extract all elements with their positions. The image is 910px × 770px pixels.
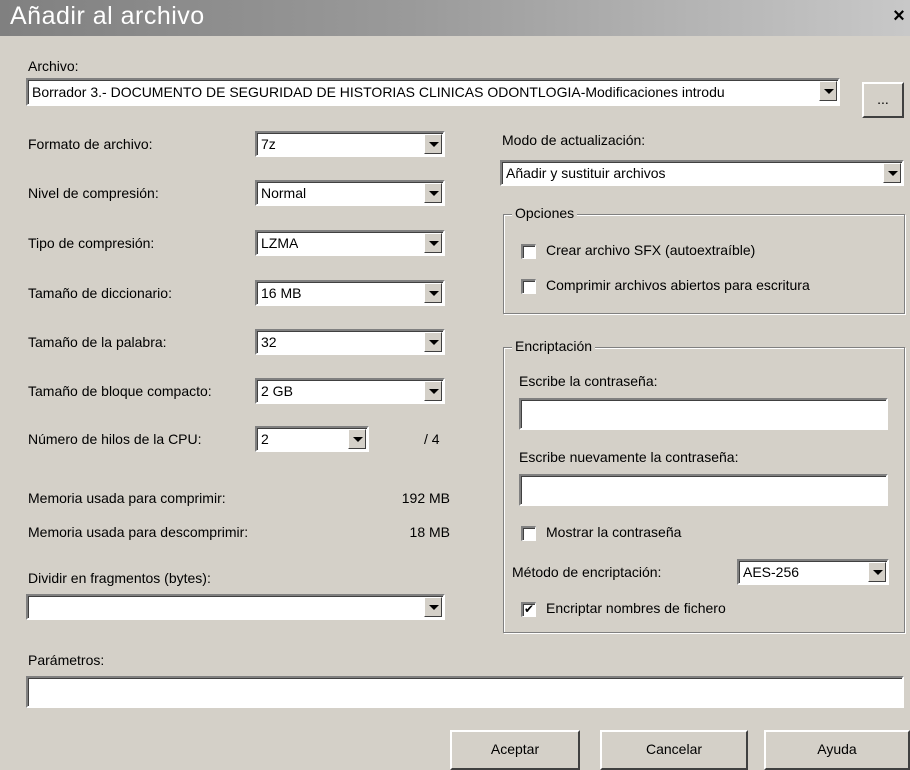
update-select[interactable]: Añadir y sustituir archivos [500, 160, 904, 186]
close-icon[interactable]: × [888, 4, 910, 28]
options-title: Opciones [512, 205, 578, 221]
level-select[interactable]: Normal [255, 180, 445, 206]
archive-label: Archivo: [28, 58, 79, 74]
chevron-down-icon[interactable] [424, 381, 442, 401]
window-title: Añadir al archivo [10, 2, 205, 30]
dict-value: 16 MB [261, 285, 302, 301]
threads-value: 2 [261, 431, 269, 447]
method-select[interactable]: AES-256 [737, 559, 889, 585]
shared-label: Comprimir archivos abiertos para escritu… [546, 277, 810, 293]
dict-label: Tamaño de diccionario: [28, 285, 172, 301]
type-value: LZMA [261, 235, 299, 251]
threads-total: / 4 [424, 431, 440, 447]
cancel-button[interactable]: Cancelar [600, 730, 748, 770]
show-password-checkbox[interactable] [521, 526, 536, 541]
encryption-group: Encriptación Escribe la contraseña: Escr… [503, 338, 905, 633]
password-label: Escribe la contraseña: [519, 373, 658, 389]
title-bar[interactable]: Añadir al archivo × [0, 0, 910, 36]
parameters-label: Parámetros: [28, 652, 105, 668]
mem-decomp-label: Memoria usada para descomprimir: [28, 524, 249, 540]
sfx-checkbox[interactable] [521, 244, 536, 259]
ok-button[interactable]: Aceptar [450, 730, 580, 770]
password-field[interactable] [519, 398, 888, 430]
format-select[interactable]: 7z [255, 131, 445, 157]
mem-comp-label: Memoria usada para comprimir: [28, 490, 226, 506]
dict-select[interactable]: 16 MB [255, 280, 445, 306]
chevron-down-icon[interactable] [868, 562, 886, 582]
type-label: Tipo de compresión: [28, 235, 155, 251]
encrypt-names-label: Encriptar nombres de fichero [546, 600, 726, 616]
solid-label: Tamaño de bloque compacto: [28, 383, 212, 399]
show-password-label: Mostrar la contraseña [546, 524, 682, 540]
level-label: Nivel de compresión: [28, 185, 159, 201]
split-combobox[interactable] [26, 594, 445, 620]
archive-path-value: Borrador 3.- DOCUMENTO DE SEGURIDAD DE H… [32, 84, 725, 100]
password-repeat-label: Escribe nuevamente la contraseña: [519, 449, 739, 465]
method-label: Método de encriptación: [512, 564, 662, 580]
chevron-down-icon[interactable] [424, 134, 442, 154]
method-value: AES-256 [743, 564, 800, 580]
word-label: Tamaño de la palabra: [28, 334, 167, 350]
options-group: Opciones Crear archivo SFX (autoextraíbl… [503, 205, 905, 314]
chevron-down-icon[interactable] [348, 429, 366, 449]
encryption-title: Encriptación [512, 338, 596, 354]
chevron-down-icon[interactable] [424, 233, 442, 253]
split-label: Dividir en fragmentos (bytes): [28, 570, 211, 586]
shared-checkbox[interactable] [521, 279, 536, 294]
word-value: 32 [261, 334, 277, 350]
help-button[interactable]: Ayuda [764, 730, 910, 770]
chevron-down-icon[interactable] [424, 332, 442, 352]
parameters-field[interactable] [26, 676, 904, 708]
checkmark-icon: ✔ [523, 602, 535, 616]
password-repeat-field[interactable] [519, 474, 888, 506]
solid-value: 2 GB [261, 383, 293, 399]
chevron-down-icon[interactable] [883, 163, 901, 183]
mem-comp-value: 192 MB [401, 490, 450, 506]
sfx-label: Crear archivo SFX (autoextraíble) [546, 242, 756, 258]
chevron-down-icon[interactable] [424, 283, 442, 303]
solid-select[interactable]: 2 GB [255, 378, 445, 404]
mem-decomp-value: 18 MB [409, 524, 450, 540]
type-select[interactable]: LZMA [255, 230, 445, 256]
level-value: Normal [261, 185, 307, 201]
update-value: Añadir y sustituir archivos [506, 165, 666, 181]
chevron-down-icon[interactable] [819, 81, 837, 101]
chevron-down-icon[interactable] [424, 183, 442, 203]
browse-button[interactable]: ... [862, 82, 904, 118]
encrypt-names-checkbox[interactable]: ✔ [521, 602, 536, 617]
format-label: Formato de archivo: [28, 136, 153, 152]
update-label: Modo de actualización: [502, 132, 646, 148]
threads-select[interactable]: 2 [255, 426, 369, 452]
chevron-down-icon[interactable] [424, 597, 442, 617]
archive-combobox[interactable]: Borrador 3.- DOCUMENTO DE SEGURIDAD DE H… [26, 78, 840, 106]
format-value: 7z [261, 136, 276, 152]
word-select[interactable]: 32 [255, 329, 445, 355]
threads-label: Número de hilos de la CPU: [28, 431, 202, 447]
